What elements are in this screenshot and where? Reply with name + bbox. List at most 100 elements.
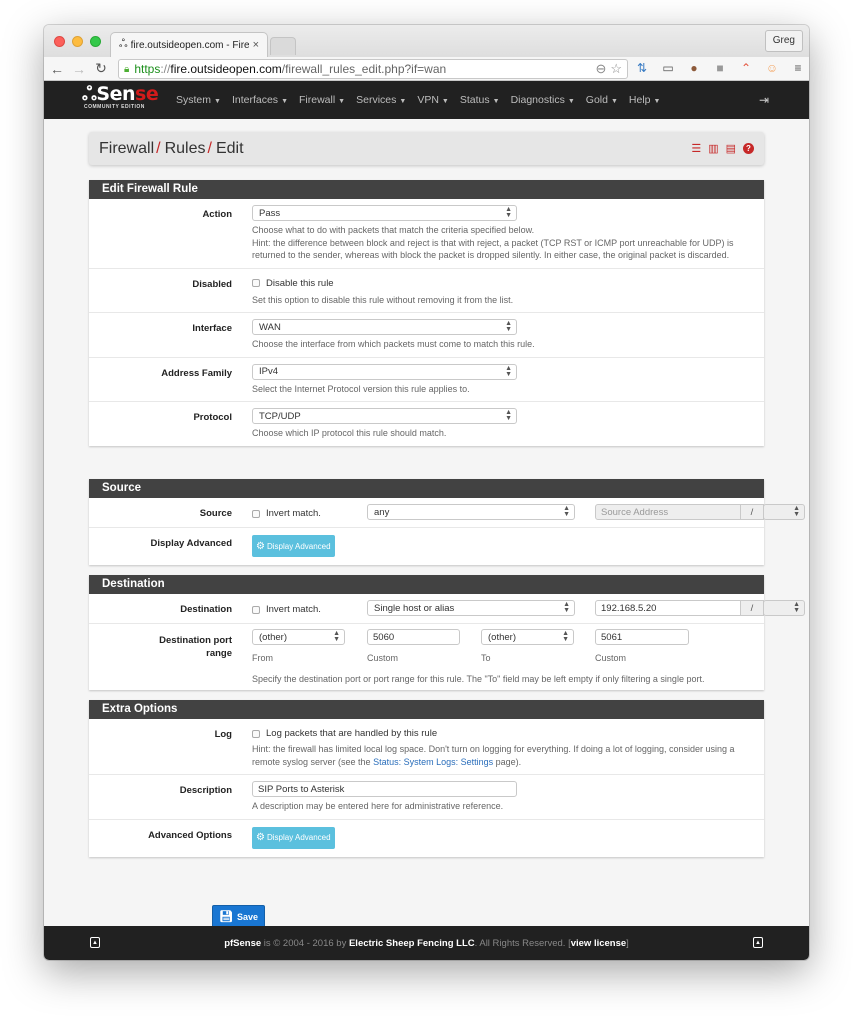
destination-port-label: Destination port range	[89, 624, 232, 690]
view-license-link[interactable]: view license	[571, 938, 626, 949]
scroll-top-icon[interactable]: ▲	[753, 937, 763, 948]
menu-label: Firewall	[299, 94, 336, 106]
source-mask-select[interactable]: ▲ ▼	[763, 504, 805, 520]
cast-icon[interactable]: ▭	[660, 60, 676, 76]
sliders-icon[interactable]: ☰	[691, 142, 701, 155]
save-button[interactable]: 💾︎ Save	[212, 905, 265, 928]
close-window-button[interactable]	[54, 36, 65, 47]
log-checkbox-label[interactable]: Log packets that are handled by this rul…	[266, 728, 437, 739]
bar-chart-icon[interactable]: ▥	[708, 142, 718, 155]
new-tab-button[interactable]	[270, 37, 296, 55]
scroll-top-icon[interactable]: ▲	[90, 937, 100, 948]
menu-label: Help	[628, 94, 651, 106]
zoom-icon[interactable]: ⊖	[595, 61, 606, 77]
caret-down-icon: ▼	[492, 98, 500, 105]
destination-address-input[interactable]: 192.168.5.20	[595, 600, 741, 616]
menu-status[interactable]: Status ▼	[460, 94, 500, 106]
gear-icon: ⚙	[256, 832, 265, 844]
face-extension-icon[interactable]: ☺	[764, 60, 780, 76]
rainbow-extension-icon[interactable]: ⌃	[738, 60, 754, 76]
disabled-row: Disabled Disable this rule Set this opti…	[89, 269, 764, 314]
footer-rights: . All Rights Reserved. [	[474, 937, 571, 949]
source-type-select[interactable]: any ▲ ▼	[367, 504, 575, 520]
menu-help[interactable]: Help ▼	[629, 94, 661, 106]
forward-icon[interactable]: →	[70, 61, 88, 77]
source-invert-checkbox[interactable]	[252, 509, 260, 518]
custom-caption: Custom	[367, 653, 399, 663]
menu-gold[interactable]: Gold ▼	[586, 94, 618, 106]
menu-firewall[interactable]: Firewall ▼	[299, 94, 345, 106]
destination-invert-label[interactable]: Invert match.	[266, 604, 321, 615]
breadcrumb-separator: /	[156, 139, 161, 157]
destination-mask-select[interactable]: ▲ ▼	[763, 600, 805, 616]
disable-rule-checkbox-label[interactable]: Disable this rule	[266, 278, 334, 289]
destination-invert-checkbox[interactable]	[252, 605, 260, 614]
chrome-menu-icon[interactable]: ≡	[790, 60, 806, 76]
breadcrumb-rules[interactable]: Rules	[165, 140, 206, 157]
gear-icon: ⚙	[256, 540, 265, 552]
tab-bar: ஃ fire.outsideopen.com - Fire × Greg	[44, 25, 809, 57]
source-display-advanced-button[interactable]: ⚙ Display Advanced	[252, 535, 335, 557]
source-label: Source	[199, 508, 232, 519]
logout-icon[interactable]: ⇥	[759, 93, 769, 107]
logo-text-accent: se	[135, 83, 159, 105]
interface-row: Interface WAN ▲ ▼ Choose the interface fro…	[89, 313, 764, 358]
extra-options-panel: Extra Options Log Log packets that are h…	[89, 700, 764, 857]
close-tab-icon[interactable]: ×	[253, 39, 259, 51]
reload-icon[interactable]: ↻	[92, 60, 110, 77]
action-select[interactable]: Pass ▲ ▼	[252, 205, 517, 221]
browser-window: ஃ fire.outsideopen.com - Fire × Greg ← →…	[44, 25, 809, 960]
address-bar[interactable]: 🔒︎ https://fire.outsideopen.com/firewall…	[118, 59, 628, 79]
menu-services[interactable]: Services ▼	[356, 94, 406, 106]
caret-down-icon: ▼	[214, 98, 221, 105]
bookmark-star-icon[interactable]: ☆	[610, 61, 622, 77]
profile-button[interactable]: Greg	[764, 30, 803, 52]
menu-interfaces[interactable]: Interfaces ▼	[232, 94, 288, 106]
advanced-options-row: Advanced Options ⚙ Display Advanced	[89, 820, 764, 857]
destination-mask-separator: /	[740, 600, 764, 616]
log-checkbox[interactable]	[252, 729, 260, 738]
help-icon[interactable]: ?	[743, 143, 754, 154]
input-value: 192.168.5.20	[601, 602, 657, 614]
port-to-select[interactable]: (other) ▲ ▼	[481, 629, 574, 645]
minimize-window-button[interactable]	[72, 36, 83, 47]
port-from-custom-input[interactable]: 5060	[367, 629, 460, 645]
page-content: Firewall / Rules / Edit ☰ ▥ ▤ ? Edit Firewal…	[44, 119, 809, 960]
system-logs-settings-link[interactable]: Status: System Logs: Settings	[373, 757, 493, 767]
from-caption: From	[252, 653, 273, 663]
download-extension-icon[interactable]: ⇅	[634, 60, 650, 76]
source-invert-label[interactable]: Invert match.	[266, 508, 321, 519]
destination-port-row: Destination port range (other) ▲ ▼ 5060 (ot…	[89, 624, 764, 690]
maximize-window-button[interactable]	[90, 36, 101, 47]
caret-down-icon: ▼	[441, 98, 449, 105]
advanced-options-display-button[interactable]: ⚙ Display Advanced	[252, 826, 335, 849]
select-arrows-icon: ▲ ▼	[333, 630, 340, 643]
select-arrows-icon: ▲ ▼	[563, 505, 570, 518]
menu-diagnostics[interactable]: Diagnostics ▼	[511, 94, 575, 106]
pfsense-logo[interactable]: ஃSense COMMUNITY EDITION	[82, 83, 159, 110]
port-to-custom-input[interactable]: 5061	[595, 629, 689, 645]
tab-title: fire.outsideopen.com - Fire	[130, 39, 249, 51]
browser-tab[interactable]: ஃ fire.outsideopen.com - Fire ×	[110, 32, 268, 57]
display-advanced-label: Display Advanced	[150, 538, 232, 549]
back-icon[interactable]: ←	[48, 61, 66, 77]
interface-select[interactable]: WAN ▲ ▼	[252, 319, 517, 336]
port-from-select[interactable]: (other) ▲ ▼	[252, 629, 345, 645]
address-family-select[interactable]: IPv4 ▲ ▼	[252, 363, 517, 380]
menu-vpn[interactable]: VPN ▼	[417, 94, 449, 106]
disable-rule-checkbox[interactable]	[252, 279, 260, 287]
menu-system[interactable]: System ▼	[176, 94, 221, 106]
breadcrumb-bar: Firewall / Rules / Edit ☰ ▥ ▤ ?	[89, 132, 764, 165]
footer-bracket: ]	[626, 937, 629, 949]
select-arrows-icon: ▲ ▼	[562, 630, 569, 643]
footer-text: pfSense is © 2004 - 2016 by Electric She…	[224, 938, 629, 949]
protocol-select[interactable]: TCP/UDP ▲ ▼	[252, 408, 517, 425]
cookie-extension-icon[interactable]: ●	[686, 60, 702, 76]
description-input[interactable]: SIP Ports to Asterisk	[252, 781, 517, 798]
source-advanced-row: Display Advanced ⚙ Display Advanced	[89, 528, 764, 565]
list-icon[interactable]: ▤	[726, 142, 736, 155]
destination-type-select[interactable]: Single host or alias ▲ ▼	[367, 600, 575, 616]
breadcrumb-firewall[interactable]: Firewall	[99, 140, 154, 157]
source-address-input[interactable]: Source Address	[595, 504, 741, 520]
gray-extension-icon[interactable]: ■	[712, 60, 728, 76]
